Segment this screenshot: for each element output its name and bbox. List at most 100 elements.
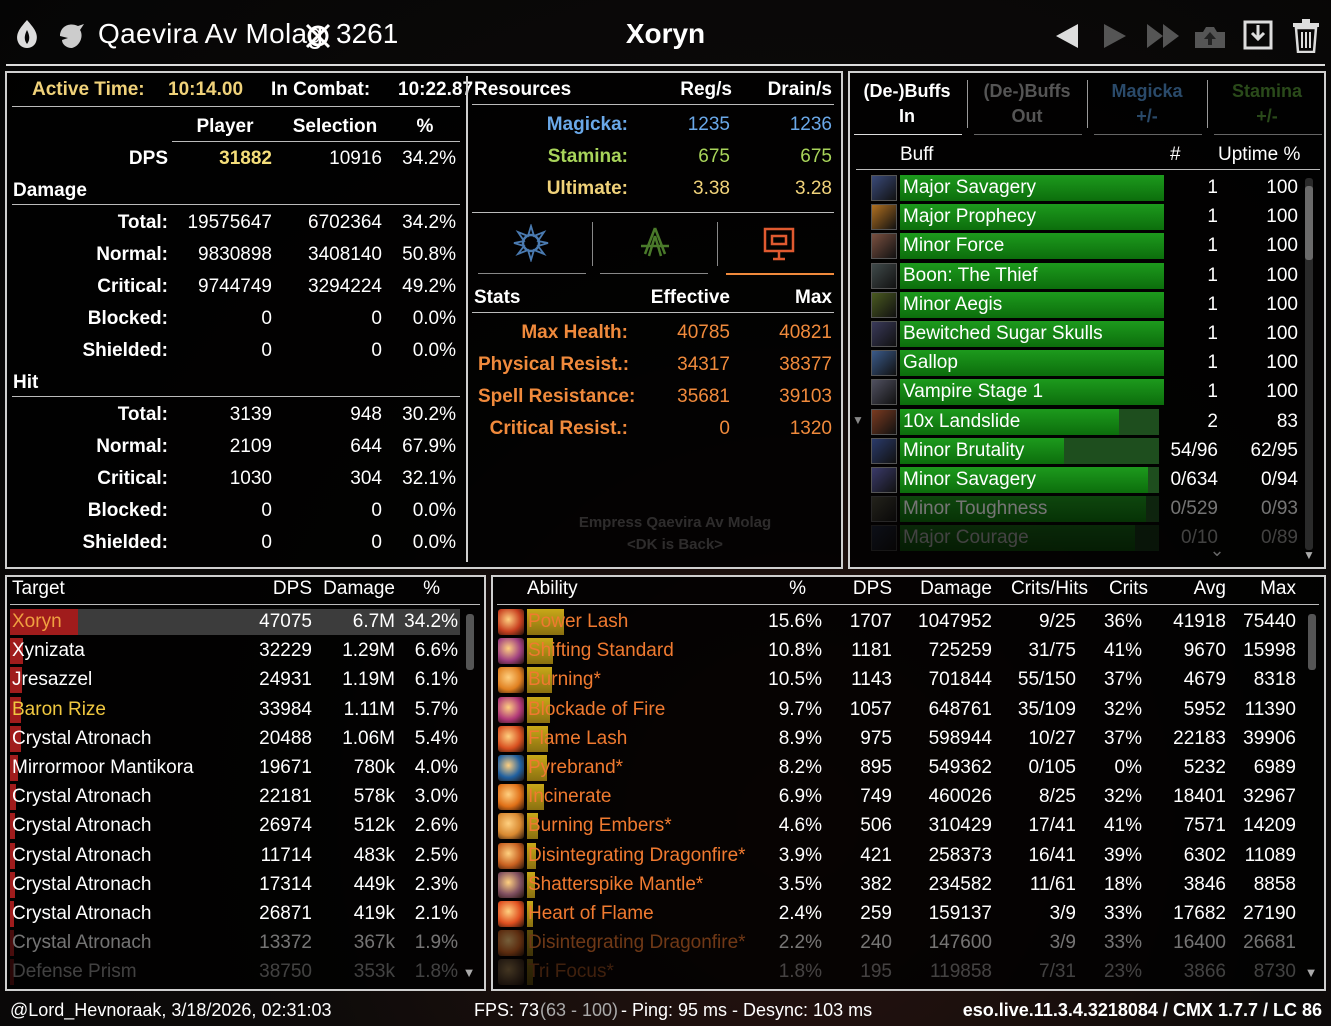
buff-uptime: 100	[1266, 235, 1298, 257]
buff-icon	[871, 379, 897, 406]
ability-damage: 460026	[928, 786, 992, 808]
target-name: Crystal Atronach	[12, 932, 152, 954]
ability-crit-rate: 37%	[1103, 669, 1142, 691]
active-time-value: 10:14.00	[168, 79, 244, 100]
buff-name: Vampire Stage 1	[903, 381, 1044, 403]
stat-max: 39103	[779, 386, 832, 407]
health-tab-icon[interactable]	[758, 222, 800, 264]
stat-max: 1320	[789, 418, 832, 439]
ability-icon	[498, 667, 524, 694]
ability-scroll-down-icon[interactable]: ▼	[1303, 964, 1319, 980]
hit-player: 2109	[229, 436, 272, 457]
previous-fight-icon[interactable]	[1050, 20, 1084, 52]
trash-icon[interactable]	[1288, 18, 1324, 54]
ability-scrollbar-thumb[interactable]	[1308, 614, 1316, 670]
ability-percent: 3.9%	[778, 844, 822, 866]
target-percent: 6.6%	[414, 640, 458, 662]
target-percent: 6.1%	[414, 669, 458, 691]
resource-label: Magicka:	[546, 114, 628, 135]
target-dps: 33984	[259, 698, 312, 720]
target-dps: 13372	[259, 932, 312, 954]
stat-effective: 0	[719, 418, 730, 439]
dps-percent: 34.2%	[402, 148, 456, 169]
buff-icon	[871, 496, 897, 523]
ability-max: 27190	[1243, 903, 1296, 924]
title-bar: Qaevira Av Molag 3261 Xoryn	[0, 0, 1331, 68]
damage-section-title: Damage	[13, 180, 87, 201]
save-icon[interactable]	[1240, 18, 1276, 52]
expand-arrow-icon[interactable]: ▼	[851, 412, 865, 428]
target-damage: 1.06M	[342, 727, 395, 749]
target-percent: 2.1%	[414, 903, 458, 924]
target-damage: 419k	[353, 903, 395, 924]
ability-dps: 195	[860, 961, 892, 983]
stamina-tab-icon[interactable]	[634, 222, 676, 264]
ability-dps: 1143	[851, 669, 892, 691]
buff-name: Minor Aegis	[903, 293, 1003, 315]
ability-dps: 421	[860, 844, 892, 866]
col-max: Max	[795, 287, 832, 308]
ability-avg: 5952	[1183, 698, 1226, 720]
magicka-tab-icon[interactable]	[510, 222, 552, 264]
buff-tab-label: Stamina	[1231, 81, 1303, 101]
resource-label: Ultimate:	[546, 178, 628, 199]
target-damage: 353k	[353, 961, 395, 983]
resource-drain: 1236	[789, 114, 832, 135]
buff-icon	[871, 467, 897, 493]
hit-percent: 32.1%	[402, 468, 456, 489]
target-damage: 780k	[353, 757, 395, 778]
last-fight-icon[interactable]	[1144, 20, 1182, 52]
ability-percent: 6.9%	[778, 786, 822, 808]
ability-damage: 701844	[928, 669, 992, 691]
col-percent: %	[416, 116, 434, 137]
target-scroll-down-icon[interactable]: ▼	[461, 964, 477, 980]
col-drain: Drain/s	[767, 79, 832, 100]
ability-icon	[498, 784, 524, 811]
upload-icon[interactable]	[1192, 20, 1228, 52]
buff-tab[interactable]: Magicka +/-	[1090, 76, 1208, 132]
col-target-damage: Damage	[323, 578, 395, 599]
target-name: Mirrormoor Mantikora	[12, 757, 194, 778]
chevron-down-icon[interactable]: ⌄	[1204, 540, 1230, 560]
ability-dps: 895	[860, 757, 892, 778]
stat-effective: 34317	[677, 354, 730, 375]
scroll-down-icon[interactable]: ▼	[1302, 548, 1316, 562]
stat-max: 40821	[779, 322, 832, 343]
buff-tab-label: (De-)Buffs	[983, 81, 1071, 101]
damage-selection: 3294224	[308, 276, 382, 297]
ability-damage: 310429	[928, 815, 992, 837]
col-target: Target	[12, 578, 65, 599]
damage-percent: 0.0%	[412, 340, 456, 361]
hit-label: Critical:	[97, 468, 168, 489]
hit-percent: 30.2%	[402, 404, 456, 425]
ability-percent: 9.7%	[778, 698, 822, 720]
ability-crits-hits: 16/41	[1028, 844, 1076, 866]
target-name: Crystal Atronach	[12, 844, 152, 866]
buff-tab[interactable]: (De-)Buffs Out	[970, 76, 1088, 132]
ability-crits-hits: 9/25	[1039, 611, 1076, 632]
ability-crits-hits: 0/105	[1028, 757, 1076, 778]
dps-player: 31882	[219, 148, 272, 169]
target-name: Xynizata	[12, 640, 85, 662]
next-fight-icon[interactable]	[1098, 20, 1132, 52]
target-name: Baron Rize	[12, 698, 106, 720]
buff-tab[interactable]: Stamina +/-	[1210, 76, 1328, 132]
col-count: #	[1170, 144, 1181, 165]
ability-crit-rate: 33%	[1103, 932, 1142, 954]
col-ability: Ability	[527, 578, 578, 599]
ability-dps: 1181	[851, 640, 892, 662]
hit-section-title: Hit	[13, 372, 39, 393]
target-scrollbar-thumb[interactable]	[466, 614, 474, 670]
buff-icon	[871, 175, 897, 201]
ability-dps: 1707	[849, 611, 892, 632]
target-damage: 578k	[353, 786, 395, 808]
col-reg: Reg/s	[680, 79, 732, 100]
ability-icon	[498, 813, 524, 840]
ability-name: Blockade of Fire	[528, 698, 666, 720]
buff-tab[interactable]: (De-)Buffs In	[850, 76, 968, 132]
ability-avg: 16400	[1173, 932, 1226, 954]
ability-crits-hits: 55/150	[1017, 669, 1076, 691]
buff-scrollbar-thumb[interactable]	[1305, 186, 1313, 260]
hit-selection: 948	[350, 404, 382, 425]
ability-crits-hits: 8/25	[1039, 786, 1076, 808]
